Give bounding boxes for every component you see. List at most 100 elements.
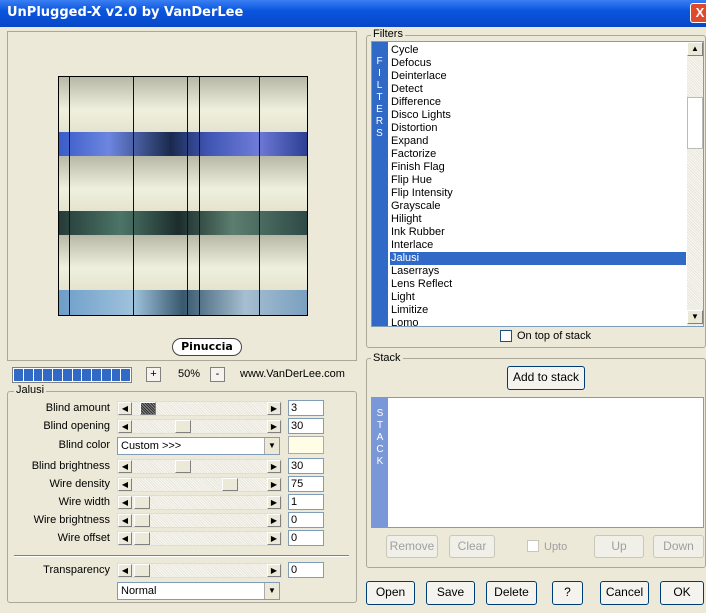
param-slider[interactable]: ◀ ▶ <box>117 459 282 474</box>
filter-item[interactable]: Detect <box>390 83 686 96</box>
filter-item[interactable]: Cycle <box>390 44 686 57</box>
param-value[interactable]: 0 <box>288 512 324 528</box>
arrow-left-icon[interactable]: ◀ <box>118 564 132 577</box>
ok-button[interactable]: OK <box>660 581 704 605</box>
slider-thumb[interactable] <box>140 402 156 415</box>
filter-item[interactable]: Disco Lights <box>390 109 686 122</box>
arrow-left-icon[interactable]: ◀ <box>118 532 132 545</box>
filter-item[interactable]: Finish Flag <box>390 161 686 174</box>
save-button[interactable]: Save <box>426 581 475 605</box>
arrow-right-icon[interactable]: ▶ <box>267 496 281 509</box>
stack-list[interactable]: STACK <box>371 397 704 528</box>
filter-item[interactable]: Flip Hue <box>390 174 686 187</box>
param-label: Blind brightness <box>31 460 110 472</box>
cancel-button[interactable]: Cancel <box>600 581 649 605</box>
filter-item[interactable]: Laserrays <box>390 265 686 278</box>
arrow-right-icon[interactable]: ▶ <box>267 564 281 577</box>
scroll-thumb[interactable] <box>687 97 703 149</box>
arrow-left-icon[interactable]: ◀ <box>118 460 132 473</box>
param-slider[interactable]: ◀ ▶ <box>117 513 282 528</box>
filter-item[interactable]: Lens Reflect <box>390 278 686 291</box>
filter-item[interactable]: Grayscale <box>390 200 686 213</box>
arrow-left-icon[interactable]: ◀ <box>118 420 132 433</box>
slider-thumb[interactable] <box>134 496 150 509</box>
slider-thumb[interactable] <box>175 420 191 433</box>
filter-item[interactable]: Limitize <box>390 304 686 317</box>
param-value[interactable]: 30 <box>288 418 324 434</box>
arrow-left-icon[interactable]: ◀ <box>118 478 132 491</box>
param-value[interactable]: 30 <box>288 458 324 474</box>
param-slider[interactable]: ◀ ▶ <box>117 419 282 434</box>
filter-item[interactable]: Hilight <box>390 213 686 226</box>
arrow-left-icon[interactable]: ◀ <box>118 496 132 509</box>
filter-item[interactable]: Deinterlace <box>390 70 686 83</box>
help-button[interactable]: ? <box>552 581 583 605</box>
param-label: Blind amount <box>45 402 110 414</box>
filter-item[interactable]: Expand <box>390 135 686 148</box>
blind-color-select[interactable]: Custom >>> ▼ <box>117 437 280 455</box>
arrow-right-icon[interactable]: ▶ <box>267 532 281 545</box>
slider-thumb[interactable] <box>175 460 191 473</box>
slider-thumb[interactable] <box>134 564 150 577</box>
scroll-up-icon[interactable]: ▲ <box>687 42 703 56</box>
arrow-right-icon[interactable]: ▶ <box>267 478 281 491</box>
blind-color-label: Blind color <box>58 439 110 451</box>
param-slider[interactable]: ◀ ▶ <box>117 495 282 510</box>
param-value[interactable]: 1 <box>288 494 324 510</box>
param-value[interactable]: 3 <box>288 400 324 416</box>
arrow-right-icon[interactable]: ▶ <box>267 420 281 433</box>
on-top-checkbox[interactable] <box>500 330 512 342</box>
filter-list[interactable]: FILTERS Cycle Defocus Deinterlace Detect Dif… <box>371 41 704 327</box>
arrow-right-icon[interactable]: ▶ <box>267 514 281 527</box>
filter-item[interactable]: Distortion <box>390 122 686 135</box>
slider-thumb[interactable] <box>134 514 150 527</box>
param-slider[interactable]: ◀ ▶ <box>117 531 282 546</box>
delete-button[interactable]: Delete <box>486 581 537 605</box>
param-label: Blind opening <box>43 420 110 432</box>
filter-item[interactable]: Difference <box>390 96 686 109</box>
arrow-left-icon[interactable]: ◀ <box>118 514 132 527</box>
filter-item[interactable]: Ink Rubber <box>390 226 686 239</box>
add-to-stack-button[interactable]: Add to stack <box>507 366 585 390</box>
arrow-right-icon[interactable]: ▶ <box>267 460 281 473</box>
down-button[interactable]: Down <box>653 535 704 558</box>
arrow-left-icon[interactable]: ◀ <box>118 402 132 415</box>
param-value[interactable]: 75 <box>288 476 324 492</box>
website-link[interactable]: www.VanDerLee.com <box>240 368 345 380</box>
title-bar: UnPlugged-X v2.0 by VanDerLee <box>0 0 706 27</box>
filter-item[interactable]: Flip Intensity <box>390 187 686 200</box>
scroll-down-icon[interactable]: ▼ <box>687 310 703 324</box>
filters-group-title: Filters <box>371 28 405 40</box>
filter-item[interactable]: Defocus <box>390 57 686 70</box>
blind-color-value: Custom >>> <box>121 440 182 452</box>
chevron-down-icon: ▼ <box>264 438 279 454</box>
progress-bar <box>12 367 132 383</box>
zoom-in-button[interactable]: + <box>146 367 161 382</box>
arrow-right-icon[interactable]: ▶ <box>267 402 281 415</box>
blend-mode-select[interactable]: Normal ▼ <box>117 582 280 600</box>
filter-item[interactable]: Lomo <box>390 317 686 326</box>
clear-button[interactable]: Clear <box>449 535 495 558</box>
stack-side-label: STACK <box>372 398 388 527</box>
filter-scrollbar[interactable]: ▲ ▼ <box>687 42 703 326</box>
filter-item[interactable]: Factorize <box>390 148 686 161</box>
transparency-slider[interactable]: ◀ ▶ <box>117 563 282 578</box>
close-button[interactable]: X <box>690 3 706 23</box>
blind-color-swatch[interactable] <box>288 436 324 454</box>
up-button[interactable]: Up <box>594 535 644 558</box>
stack-group-title: Stack <box>371 352 403 364</box>
filter-item[interactable]: Jalusi <box>390 252 686 265</box>
zoom-out-button[interactable]: - <box>210 367 225 382</box>
param-slider[interactable]: ◀ ▶ <box>117 477 282 492</box>
slider-thumb[interactable] <box>134 532 150 545</box>
transparency-value[interactable]: 0 <box>288 562 324 578</box>
remove-button[interactable]: Remove <box>386 535 438 558</box>
open-button[interactable]: Open <box>366 581 415 605</box>
param-slider[interactable]: ◀ ▶ <box>117 401 282 416</box>
param-value[interactable]: 0 <box>288 530 324 546</box>
preview-image[interactable] <box>58 76 308 316</box>
slider-thumb[interactable] <box>222 478 238 491</box>
filter-item[interactable]: Light <box>390 291 686 304</box>
upto-checkbox[interactable] <box>527 540 539 552</box>
filter-item[interactable]: Interlace <box>390 239 686 252</box>
